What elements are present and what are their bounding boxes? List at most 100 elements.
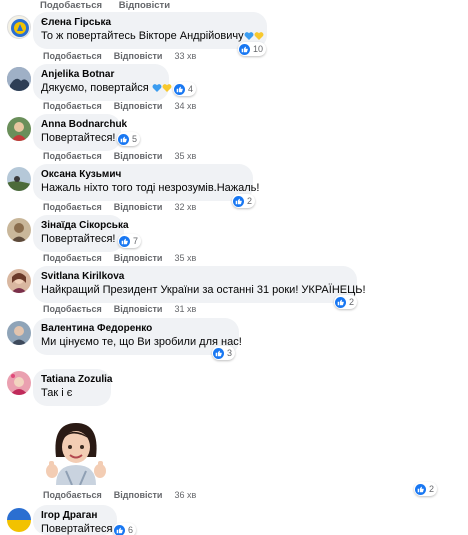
avatar[interactable]	[7, 15, 31, 39]
reply-link[interactable]: Відповісти	[114, 304, 163, 314]
comment-text: Нажаль ніхто того тоді незрозумів.Нажаль…	[41, 182, 260, 194]
avatar[interactable]	[7, 67, 31, 91]
reaction-count: 6	[128, 525, 134, 535]
comment-bubble: Ігор Драган Повертайтеся	[33, 505, 117, 535]
like-link[interactable]: Подобається	[43, 304, 102, 314]
timestamp[interactable]: 36 хв	[174, 490, 196, 500]
reply-link[interactable]: Відповісти	[114, 202, 163, 212]
reaction-count: 7	[133, 236, 139, 246]
comment-author[interactable]: Оксана Кузьмич	[41, 168, 244, 181]
timestamp[interactable]: 35 хв	[174, 151, 196, 161]
comment-bubble: Svitlana Kirilkova Найкращий Президент У…	[33, 266, 366, 303]
comment-text: Ми цінуємо те, що Ви зробили для нас!	[41, 336, 242, 348]
timestamp[interactable]: 35 хв	[174, 253, 196, 263]
reaction-count: 4	[188, 84, 194, 94]
comment-text: Дякуємо, повертайся	[41, 81, 172, 96]
comment-author[interactable]: Зінаїда Сікорська	[41, 219, 129, 232]
reaction-count: 2	[349, 297, 355, 307]
reactions-badge[interactable]: 5	[117, 132, 141, 146]
comment-text: Повертайтеся!	[41, 132, 116, 144]
avatar-sticker	[42, 417, 110, 486]
comment-actions: Подобається Відповісти 34 хв	[43, 101, 208, 111]
top-actions: Подобається Відповісти	[40, 0, 184, 11]
avatar[interactable]	[7, 167, 31, 191]
like-icon	[213, 347, 224, 359]
comment-text-body: То ж повертайтесь Вікторе Андрійовичу	[41, 30, 244, 42]
like-link[interactable]: Подобається	[43, 151, 102, 161]
comment-author[interactable]: Ігор Драган	[41, 509, 108, 522]
comment-text: Так і є	[41, 387, 73, 399]
like-icon	[233, 195, 244, 207]
comment-bubble: Tatiana Zozulia Так і є	[33, 369, 113, 406]
reaction-count: 2	[429, 484, 435, 494]
timestamp[interactable]: 34 хв	[174, 101, 196, 111]
like-icon	[335, 296, 346, 308]
reactions-badge[interactable]: 6	[113, 523, 137, 535]
blue-heart-icon	[244, 32, 254, 41]
like-icon	[118, 133, 129, 145]
reaction-count: 2	[247, 196, 253, 206]
comment-bubble: Зінаїда Сікорська Повертайтеся!	[33, 215, 129, 252]
comment-bubble: Anjelika Botnar Дякуємо, повертайся	[33, 64, 172, 101]
yellow-heart-icon	[254, 32, 264, 41]
comment-author[interactable]: Tatiana Zozulia	[41, 373, 113, 386]
comment-actions: Подобається Відповісти 35 хв	[43, 151, 208, 161]
comment-text: Повертайтеся!	[41, 233, 116, 245]
comment-actions: Подобається Відповісти 31 хв	[43, 304, 208, 314]
blue-heart-icon	[152, 84, 162, 93]
comment-actions: Подобається Відповісти 32 хв	[43, 202, 208, 212]
reply-link[interactable]: Відповісти	[119, 0, 170, 11]
like-link[interactable]: Подобається	[43, 490, 102, 500]
reactions-badge[interactable]: 10	[238, 42, 267, 56]
like-link[interactable]: Подобається	[43, 202, 102, 212]
comment-actions: Подобається Відповісти 35 хв	[43, 253, 208, 263]
reactions-badge[interactable]: 3	[212, 346, 236, 360]
reply-link[interactable]: Відповісти	[114, 51, 163, 61]
avatar[interactable]	[7, 321, 31, 345]
comment-author[interactable]: Anna Bodnarchuk	[41, 118, 127, 131]
comment-text: Повертайтеся	[41, 523, 113, 535]
reactions-badge[interactable]: 2	[414, 482, 438, 496]
reactions-badge[interactable]: 4	[173, 82, 197, 96]
reactions-badge[interactable]: 2	[232, 194, 256, 208]
comment-author[interactable]: Єлена Гірська	[41, 16, 258, 29]
comment-actions: Подобається Відповісти 33 хв	[43, 51, 208, 61]
comment-text: Найкращий Президент України за останні 3…	[41, 284, 366, 296]
reaction-count: 3	[227, 348, 233, 358]
timestamp[interactable]: 33 хв	[174, 51, 196, 61]
avatar[interactable]	[7, 508, 31, 532]
like-icon	[239, 43, 250, 55]
like-icon	[174, 83, 185, 95]
timestamp[interactable]: 31 хв	[174, 304, 196, 314]
comment-text-body: Дякуємо, повертайся	[41, 82, 149, 94]
comment-bubble: Anna Bodnarchuk Повертайтеся!	[33, 114, 127, 151]
avatar[interactable]	[7, 269, 31, 293]
reactions-badge[interactable]: 2	[334, 295, 358, 309]
like-icon	[119, 235, 130, 247]
avatar[interactable]	[7, 117, 31, 141]
reply-link[interactable]: Відповісти	[114, 253, 163, 263]
reactions-badge[interactable]: 7	[118, 234, 142, 248]
comment-bubble: Єлена Гірська То ж повертайтесь Вікторе …	[33, 12, 267, 49]
comment-bubble: Валентина Федоренко Ми цінуємо те, що Ви…	[33, 318, 242, 355]
like-link[interactable]: Подобається	[43, 253, 102, 263]
reaction-count: 5	[132, 134, 138, 144]
like-link[interactable]: Подобається	[43, 101, 102, 111]
reply-link[interactable]: Відповісти	[114, 490, 163, 500]
reply-link[interactable]: Відповісти	[114, 101, 163, 111]
reply-link[interactable]: Відповісти	[114, 151, 163, 161]
comment-author[interactable]: Anjelika Botnar	[41, 68, 160, 81]
comment-author[interactable]: Валентина Федоренко	[41, 322, 230, 335]
like-link[interactable]: Подобається	[43, 51, 102, 61]
like-icon	[114, 524, 125, 535]
yellow-heart-icon	[162, 84, 172, 93]
reaction-count: 10	[253, 44, 264, 54]
comment-author[interactable]: Svitlana Kirilkova	[41, 270, 348, 283]
like-link[interactable]: Подобається	[40, 0, 102, 11]
comment-actions: Подобається Відповісти 36 хв	[43, 490, 208, 500]
avatar[interactable]	[7, 218, 31, 242]
timestamp[interactable]: 32 хв	[174, 202, 196, 212]
comment-text: То ж повертайтесь Вікторе Андрійовичу	[41, 29, 264, 44]
avatar[interactable]	[7, 371, 31, 395]
like-icon	[415, 483, 426, 495]
